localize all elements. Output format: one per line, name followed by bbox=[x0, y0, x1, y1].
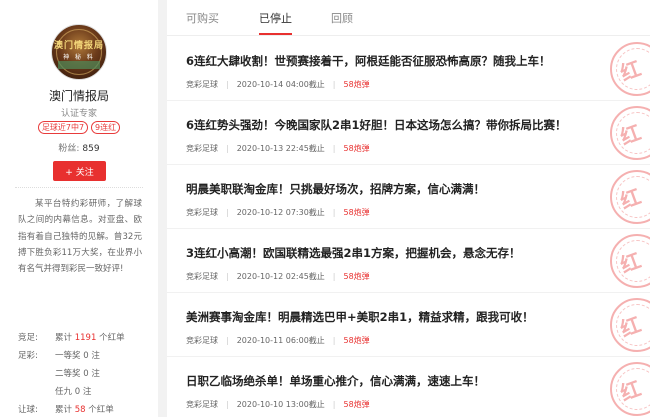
list-item[interactable]: 美洲赛事淘金库！明晨精选巴甲+美职2串1，精益求精，跟我可收！ 竞彩足球 | 202… bbox=[167, 293, 650, 357]
divider bbox=[15, 187, 143, 188]
plan-title[interactable]: 6连红大肆收割！世预赛接着干，阿根廷能否征服恐怖高原？随我上车！ bbox=[186, 53, 596, 69]
red-stamp-icon: 红 bbox=[610, 106, 650, 160]
fans-count: 粉丝: 859 bbox=[58, 144, 100, 154]
expert-tags: 足球近7中7 9连红 bbox=[0, 121, 158, 134]
plan-title[interactable]: 明晨美职联淘金库！只挑最好场次，招牌方案，信心满满！ bbox=[186, 181, 596, 197]
red-stamp-icon: 红 bbox=[610, 234, 650, 288]
expert-name: 澳门情报局 bbox=[48, 89, 109, 103]
plan-meta: 竞彩足球 | 2020-10-12 07:30截止 | 58炮弹 bbox=[186, 208, 370, 217]
avatar-text: 澳门情报局 bbox=[53, 41, 104, 51]
stat-row: 二等奖 0 注 bbox=[55, 369, 100, 379]
profile-sidebar: 澳门情报局 神 秘 料 澳门情报局 认证专家 足球近7中7 9连红 粉丝: 859… bbox=[0, 0, 158, 417]
list-item[interactable]: 3连红小高潮！欧国联精选最强2串1方案，把握机会，悬念无存！ 竞彩足球 | 2020… bbox=[167, 229, 650, 293]
list-item[interactable]: 日职乙临场绝杀单！单场重心推介，信心满满，速速上车！ 竞彩足球 | 2020-10-… bbox=[167, 357, 650, 417]
stat-row: 足彩: 一等奖 0 注 bbox=[18, 351, 100, 361]
avatar-subtext: 神 秘 料 bbox=[63, 54, 95, 61]
plan-meta: 竞彩足球 | 2020-10-10 13:00截止 | 58炮弹 bbox=[186, 400, 370, 409]
streak-tag: 足球近7中7 bbox=[37, 121, 89, 134]
red-stamp-icon: 红 bbox=[610, 170, 650, 224]
plan-title[interactable]: 日职乙临场绝杀单！单场重心推介，信心满满，速速上车！ bbox=[186, 373, 596, 389]
stat-row: 竞足: 累计 1191 个红单 bbox=[18, 333, 125, 343]
list-item[interactable]: 6连红大肆收割！世预赛接着干，阿根廷能否征服恐怖高原？随我上车！ 竞彩足球 | 20… bbox=[167, 37, 650, 101]
plan-title[interactable]: 美洲赛事淘金库！明晨精选巴甲+美职2串1，精益求精，跟我可收！ bbox=[186, 309, 596, 325]
red-stamp-icon: 红 bbox=[610, 42, 650, 96]
stat-row: 任九 0 注 bbox=[55, 387, 92, 397]
red-stamp-icon: 红 bbox=[610, 298, 650, 352]
plan-meta: 竞彩足球 | 2020-10-14 04:00截止 | 58炮弹 bbox=[186, 80, 370, 89]
tab-purchasable[interactable]: 可购买 bbox=[186, 10, 219, 26]
expert-bio: 某平台特约彩研师，了解球队之间的内幕信息。对亚盘、欧指有着自己独特的见解。曾32… bbox=[18, 199, 142, 275]
plan-title[interactable]: 6连红势头强劲！今晚国家队2串1好胆！日本这场怎么搞？带你拆局比赛！ bbox=[186, 117, 596, 133]
plan-title[interactable]: 3连红小高潮！欧国联精选最强2串1方案，把握机会，悬念无存！ bbox=[186, 245, 596, 261]
follow-button[interactable]: + 关注 bbox=[53, 161, 106, 181]
plan-meta: 竞彩足球 | 2020-10-12 02:45截止 | 58炮弹 bbox=[186, 272, 370, 281]
tab-bar: 可购买 已停止 回顾 bbox=[167, 0, 650, 36]
red-stamp-icon: 红 bbox=[610, 362, 650, 416]
tab-stopped[interactable]: 已停止 bbox=[259, 10, 292, 35]
plan-list-panel: 可购买 已停止 回顾 6连红大肆收割！世预赛接着干，阿根廷能否征服恐怖高原？随我… bbox=[167, 0, 650, 417]
streak-tag: 9连红 bbox=[91, 121, 121, 134]
tab-review[interactable]: 回顾 bbox=[331, 10, 353, 26]
plan-meta: 竞彩足球 | 2020-10-11 06:00截止 | 58炮弹 bbox=[186, 336, 370, 345]
plan-meta: 竞彩足球 | 2020-10-13 22:45截止 | 58炮弹 bbox=[186, 144, 370, 153]
list-item[interactable]: 6连红势头强劲！今晚国家队2串1好胆！日本这场怎么搞？带你拆局比赛！ 竞彩足球 |… bbox=[167, 101, 650, 165]
expert-role: 认证专家 bbox=[60, 109, 97, 119]
avatar[interactable]: 澳门情报局 神 秘 料 bbox=[51, 24, 107, 80]
stat-row: 让球: 累计 58 个红单 bbox=[18, 405, 114, 415]
list-item[interactable]: 明晨美职联淘金库！只挑最好场次，招牌方案，信心满满！ 竞彩足球 | 2020-10-… bbox=[167, 165, 650, 229]
